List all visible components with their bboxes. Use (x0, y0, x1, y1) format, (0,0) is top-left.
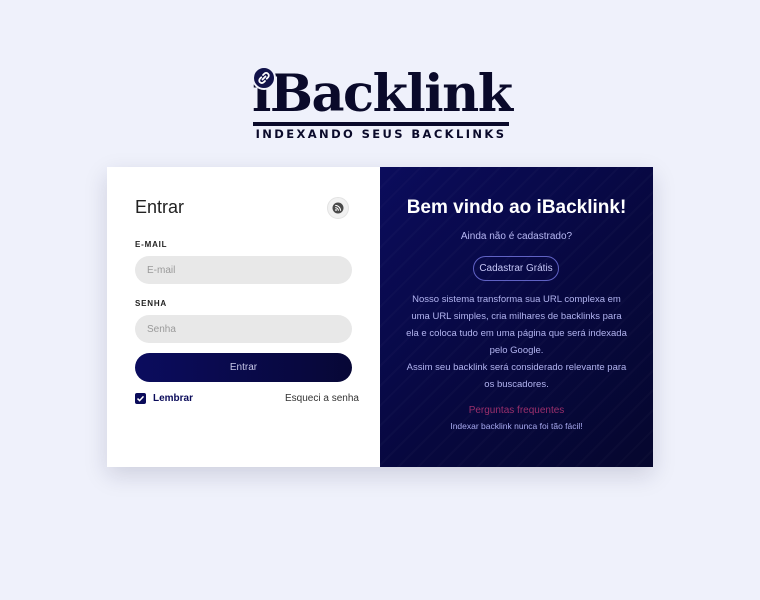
welcome-panel: Bem vindo ao iBacklink! Ainda não é cada… (380, 167, 653, 467)
register-button[interactable]: Cadastrar Grátis (473, 256, 559, 281)
login-title: Entrar (135, 197, 185, 217)
brand-wordmark: iBacklink (252, 64, 513, 124)
description-paragraph: Nosso sistema transforma sua URL complex… (406, 294, 627, 356)
welcome-description: Nosso sistema transforma sua URL complex… (404, 291, 629, 393)
password-label: SENHA (135, 299, 168, 308)
login-panel: Entrar E-MAIL SENHA Entrar Lembrar Esque… (107, 167, 380, 467)
slogan-text: Indexar backlink nunca foi tão fácil! (450, 421, 583, 431)
description-paragraph: Assim seu backlink será considerado rele… (406, 362, 627, 390)
welcome-subtitle: Ainda não é cadastrado? (460, 231, 573, 242)
email-field[interactable] (135, 256, 352, 284)
brand-tagline: INDEXANDO SEUS BACKLINKS (255, 127, 507, 141)
rss-icon[interactable] (327, 197, 349, 219)
forgot-password-link[interactable]: Esqueci a senha (285, 393, 359, 404)
brand-logo[interactable]: iBacklink INDEXANDO SEUS BACKLINKS (252, 64, 513, 141)
check-icon (136, 395, 145, 402)
remember-label[interactable]: Lembrar (153, 393, 193, 404)
email-label: E-MAIL (135, 240, 168, 249)
auth-card: Entrar E-MAIL SENHA Entrar Lembrar Esque… (107, 167, 653, 467)
logo-underline (253, 122, 509, 126)
faq-link[interactable]: Perguntas frequentes (380, 405, 653, 416)
login-button[interactable]: Entrar (135, 353, 352, 382)
welcome-title: Bem vindo ao iBacklink! (406, 197, 627, 218)
remember-checkbox[interactable] (135, 393, 146, 404)
password-field[interactable] (135, 315, 352, 343)
link-icon (252, 66, 276, 90)
